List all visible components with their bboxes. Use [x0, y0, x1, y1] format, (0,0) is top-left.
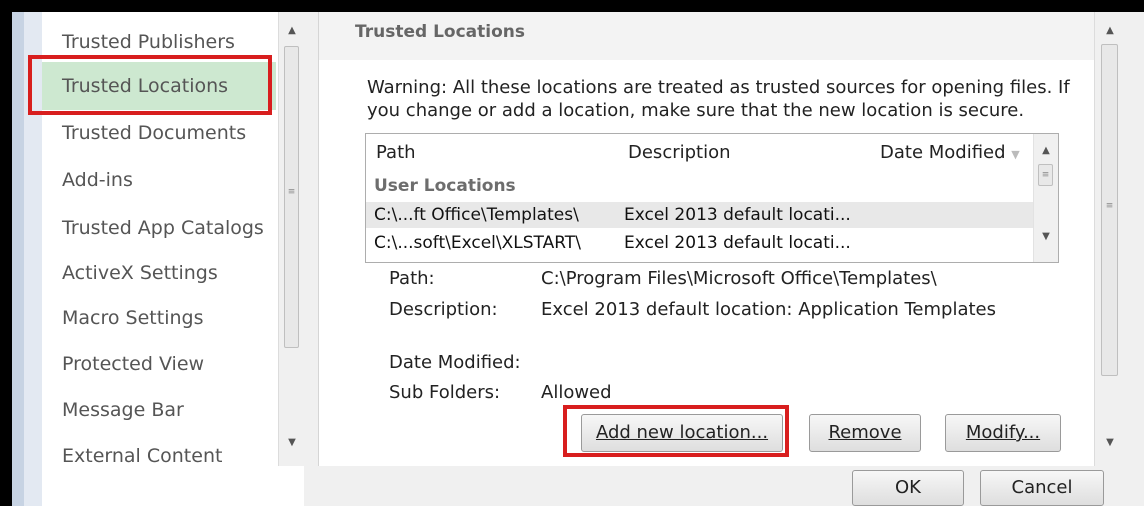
sub-folders-value: Allowed — [541, 382, 612, 403]
group-label-user-locations: User Locations — [374, 176, 516, 196]
content-scroll-thumb[interactable]: ≡ — [1101, 44, 1118, 376]
content-scrollbar[interactable]: ▲ ≡ ▼ — [1094, 12, 1125, 466]
sort-arrow-icon: ▼ — [1011, 148, 1020, 161]
grip-icon: ≡ — [287, 187, 296, 197]
remove-button[interactable]: Remove — [809, 414, 921, 452]
ok-button[interactable]: OK — [852, 470, 964, 506]
description-value: Excel 2013 default location: Application… — [541, 299, 997, 320]
add-new-location-button[interactable]: Add new location... — [581, 414, 783, 452]
description-label: Description: — [389, 299, 498, 320]
cancel-button[interactable]: Cancel — [980, 470, 1104, 506]
add-new-location-label: Add new location... — [595, 422, 769, 443]
modify-button[interactable]: Modify... — [945, 414, 1061, 452]
window-frame-top — [0, 0, 1144, 12]
nav-item-trusted-documents[interactable]: Trusted Documents — [42, 109, 276, 157]
row-description: Excel 2013 default locati... — [624, 205, 851, 225]
remove-label: Remove — [828, 422, 902, 443]
row-description: Excel 2013 default locati... — [624, 233, 851, 253]
section-title: Trusted Locations — [355, 22, 525, 42]
column-header-date-label: Date Modified — [880, 142, 1006, 163]
nav-item-trusted-app-catalogs[interactable]: Trusted App Catalogs — [42, 204, 276, 252]
scroll-up-icon[interactable]: ▲ — [1095, 18, 1125, 44]
scroll-up-icon[interactable]: ▲ — [1034, 138, 1058, 164]
nav-item-protected-view[interactable]: Protected View — [42, 340, 276, 388]
warning-text: Warning: All these locations are treated… — [367, 77, 1070, 121]
nav-item-macro-settings[interactable]: Macro Settings — [42, 294, 276, 342]
table-scrollbar[interactable]: ▲ ≡ ▼ — [1033, 134, 1058, 262]
panel-gap — [304, 12, 318, 506]
trust-center-nav: Trusted Publishers Trusted Locations Tru… — [42, 12, 305, 466]
path-label: Path: — [389, 268, 435, 289]
nav-item-trusted-locations[interactable]: Trusted Locations — [42, 62, 276, 110]
trusted-locations-table[interactable]: Path Description Date Modified ▼ User Lo… — [365, 133, 1059, 263]
scroll-down-icon[interactable]: ▼ — [279, 430, 305, 456]
modify-label: Modify... — [965, 422, 1041, 443]
column-header-date-modified[interactable]: Date Modified ▼ — [880, 134, 1020, 172]
window-border — [12, 12, 24, 506]
window-border-inner — [24, 12, 42, 506]
nav-item-message-bar[interactable]: Message Bar — [42, 386, 276, 434]
row-path: C:\...soft\Excel\XLSTART\ — [374, 233, 581, 253]
window-border-right — [1124, 12, 1144, 506]
scroll-down-icon[interactable]: ▼ — [1095, 430, 1125, 456]
trusted-locations-pane: Trusted Locations Warning: All these loc… — [318, 12, 1125, 466]
nav-item-trusted-publishers[interactable]: Trusted Publishers — [42, 18, 276, 66]
nav-item-external-content[interactable]: External Content — [42, 432, 276, 466]
scroll-down-icon[interactable]: ▼ — [1034, 224, 1058, 250]
nav-item-activex-settings[interactable]: ActiveX Settings — [42, 249, 276, 297]
grip-icon: ≡ — [1105, 201, 1114, 211]
grip-icon: ≡ — [1041, 170, 1050, 180]
window-frame-left — [0, 0, 12, 506]
date-modified-label: Date Modified: — [389, 352, 521, 373]
table-row[interactable]: C:\...ft Office\Templates\ Excel 2013 de… — [366, 202, 1034, 228]
column-header-path[interactable]: Path — [376, 134, 416, 172]
nav-item-add-ins[interactable]: Add-ins — [42, 156, 276, 204]
dialog-footer: OK Cancel — [318, 466, 1124, 506]
section-header: Trusted Locations — [319, 12, 1099, 60]
nav-scrollbar[interactable]: ▲ ≡ ▼ — [278, 12, 305, 466]
row-path: C:\...ft Office\Templates\ — [374, 205, 579, 225]
path-value: C:\Program Files\Microsoft Office\Templa… — [541, 268, 937, 289]
scroll-up-icon[interactable]: ▲ — [279, 18, 305, 44]
column-header-description[interactable]: Description — [628, 134, 731, 172]
table-row[interactable]: C:\...soft\Excel\XLSTART\ Excel 2013 def… — [366, 230, 1034, 256]
nav-scroll-thumb[interactable]: ≡ — [284, 46, 299, 348]
table-scroll-thumb[interactable]: ≡ — [1038, 164, 1053, 186]
sub-folders-label: Sub Folders: — [389, 382, 501, 403]
